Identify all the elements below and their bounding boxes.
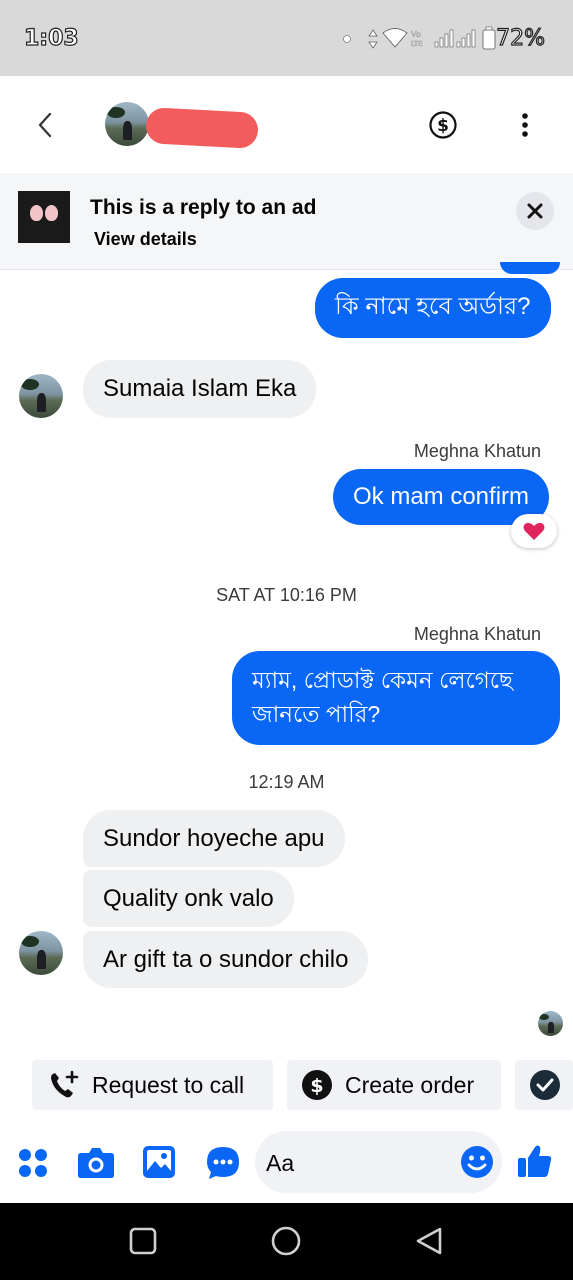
- contact-avatar[interactable]: [105, 102, 149, 146]
- read-receipt-avatar: [538, 1011, 563, 1036]
- create-order-chip[interactable]: $ Create order: [287, 1060, 501, 1110]
- chip-label: Request to call: [92, 1071, 245, 1098]
- close-icon: [527, 203, 543, 219]
- ad-banner-title: This is a reply to an ad: [90, 196, 317, 219]
- status-bar: 1:03 Vo LTE 72%: [0, 0, 573, 76]
- redacted-contact-name: [145, 107, 259, 149]
- message-text: Ar gift ta o sundor chilo: [103, 945, 349, 973]
- svg-text:$: $: [437, 116, 449, 136]
- more-vertical-icon[interactable]: [517, 110, 533, 140]
- view-details-link[interactable]: View details: [94, 229, 197, 250]
- ad-reply-banner[interactable]: [0, 173, 573, 270]
- svg-text:$: $: [310, 1075, 323, 1097]
- message-text: কি নামে হবে অর্ডার?: [335, 293, 531, 320]
- back-chevron-icon[interactable]: [34, 110, 56, 140]
- sender-avatar[interactable]: [19, 931, 63, 975]
- apps-grid-icon[interactable]: [17, 1147, 49, 1179]
- message-text-line: ম্যাম, প্রোডাক্ট কেমন লেগেছে: [252, 667, 513, 693]
- signal-icon-2: [456, 29, 476, 48]
- message-bubble-received[interactable]: Sumaia Islam Eka: [83, 360, 317, 418]
- message-bubble-received[interactable]: Ar gift ta o sundor chilo: [83, 931, 369, 988]
- chat-bubble-icon[interactable]: [205, 1145, 241, 1181]
- battery-percentage: 72%: [495, 25, 545, 51]
- emoji-icon[interactable]: [460, 1145, 494, 1179]
- heart-icon: [523, 522, 545, 540]
- message-text: Quality onk valo: [103, 884, 274, 912]
- back-triangle-icon[interactable]: [413, 1225, 445, 1257]
- sender-avatar[interactable]: [19, 374, 63, 418]
- message-text: Sumaia Islam Eka: [103, 375, 297, 402]
- phone-plus-icon: [51, 1070, 79, 1098]
- message-text: Ok mam confirm: [353, 483, 530, 510]
- message-bubble-sent[interactable]: কি নামে হবে অর্ডার?: [315, 278, 551, 338]
- wifi-icon: [382, 28, 408, 48]
- gallery-icon[interactable]: [142, 1145, 176, 1179]
- thumbs-up-icon[interactable]: [517, 1143, 553, 1179]
- message-text: Sundor hoyeche apu: [103, 824, 325, 852]
- message-bubble-received[interactable]: Quality onk valo: [83, 870, 294, 927]
- message-bubble-received[interactable]: Sundor hoyeche apu: [83, 810, 345, 867]
- check-circle-icon: [530, 1070, 560, 1100]
- recents-square-icon[interactable]: [128, 1226, 158, 1256]
- close-banner-button[interactable]: [516, 192, 554, 230]
- svg-text:LTE: LTE: [411, 40, 423, 48]
- sender-name: Meghna Khatun: [413, 441, 541, 461]
- message-text-line: জানতে পারি?: [252, 701, 381, 727]
- message-input-placeholder: Aa: [266, 1150, 295, 1176]
- signal-icon: [434, 29, 454, 48]
- dollar-icon[interactable]: $: [428, 110, 458, 140]
- camera-icon[interactable]: [77, 1145, 115, 1179]
- previous-message-edge: [500, 262, 560, 274]
- svg-text:Vo: Vo: [411, 30, 421, 39]
- chat-header: [0, 76, 573, 173]
- battery-icon: [482, 26, 496, 50]
- message-bubble-sent[interactable]: ম্যাম, প্রোডাক্ট কেমন লেগেছে জানতে পারি?: [232, 651, 560, 745]
- reaction-badge[interactable]: [511, 514, 557, 548]
- confirm-chip[interactable]: [515, 1060, 573, 1110]
- request-to-call-chip[interactable]: Request to call: [32, 1060, 273, 1110]
- dot-icon: [343, 35, 351, 43]
- timestamp: 12:19 AM: [248, 772, 325, 792]
- chip-label: Create order: [345, 1071, 475, 1098]
- data-arrows-icon: [368, 29, 378, 49]
- volte-icon: VoLTE: [411, 30, 423, 48]
- status-time: 1:03: [23, 25, 79, 51]
- timestamp: SAT AT 10:16 PM: [216, 585, 357, 605]
- home-circle-icon[interactable]: [270, 1225, 302, 1257]
- sender-name: Meghna Khatun: [413, 624, 541, 644]
- dollar-circle-icon: $: [302, 1070, 332, 1100]
- ad-thumbnail[interactable]: [18, 191, 70, 243]
